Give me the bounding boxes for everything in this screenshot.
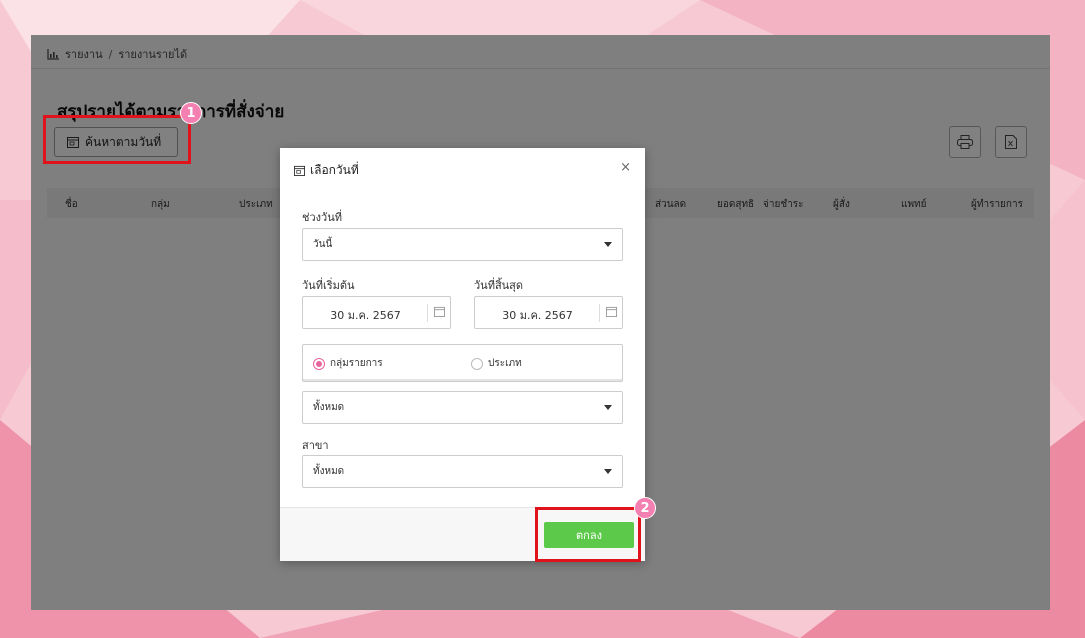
radio-label-group: กลุ่มรายการ bbox=[330, 358, 383, 369]
range-select-value: วันนี้ bbox=[313, 239, 333, 250]
radio-group-item[interactable]: กลุ่มรายการ bbox=[313, 356, 383, 371]
input-divider bbox=[599, 304, 600, 322]
range-select[interactable]: วันนี้ bbox=[302, 228, 623, 261]
radio-button-selected[interactable] bbox=[313, 357, 325, 370]
modal-title: เลือกวันที่ bbox=[294, 161, 359, 180]
radio-label-type: ประเภท bbox=[488, 358, 522, 369]
branch-select-value: ทั้งหมด bbox=[313, 466, 345, 477]
filter-type-radio-group: กลุ่มรายการ ประเภท bbox=[302, 344, 623, 382]
calendar-icon bbox=[294, 165, 305, 176]
start-date-label: วันที่เริ่มต้น bbox=[302, 279, 355, 292]
date-picker-modal: เลือกวันที่ × ช่วงวันที่ วันนี้ วันที่เร… bbox=[280, 148, 645, 561]
group-select[interactable]: ทั้งหมด bbox=[302, 391, 623, 424]
branch-select[interactable]: ทั้งหมด bbox=[302, 455, 623, 488]
calendar-icon[interactable] bbox=[606, 306, 617, 317]
modal-title-text: เลือกวันที่ bbox=[310, 163, 359, 177]
input-divider bbox=[427, 304, 428, 322]
chevron-down-icon bbox=[604, 242, 612, 247]
step-badge-2: 2 bbox=[634, 497, 656, 519]
chevron-down-icon bbox=[604, 405, 612, 410]
radio-button[interactable] bbox=[471, 357, 483, 370]
calendar-icon[interactable] bbox=[434, 306, 445, 317]
chevron-down-icon bbox=[604, 469, 612, 474]
start-date-value: 30 ม.ค. 2567 bbox=[330, 309, 401, 322]
highlight-search-button bbox=[43, 115, 191, 164]
close-icon[interactable]: × bbox=[620, 160, 631, 175]
start-date-input[interactable]: 30 ม.ค. 2567 bbox=[302, 296, 451, 329]
step-badge-1: 1 bbox=[180, 102, 202, 124]
end-date-input[interactable]: 30 ม.ค. 2567 bbox=[474, 296, 623, 329]
end-date-label: วันที่สิ้นสุด bbox=[474, 279, 524, 292]
group-select-value: ทั้งหมด bbox=[313, 402, 345, 413]
branch-label: สาขา bbox=[302, 439, 329, 452]
radio-type[interactable]: ประเภท bbox=[471, 356, 522, 371]
highlight-ok-button bbox=[535, 507, 641, 562]
range-label: ช่วงวันที่ bbox=[302, 211, 342, 224]
end-date-value: 30 ม.ค. 2567 bbox=[502, 309, 573, 322]
